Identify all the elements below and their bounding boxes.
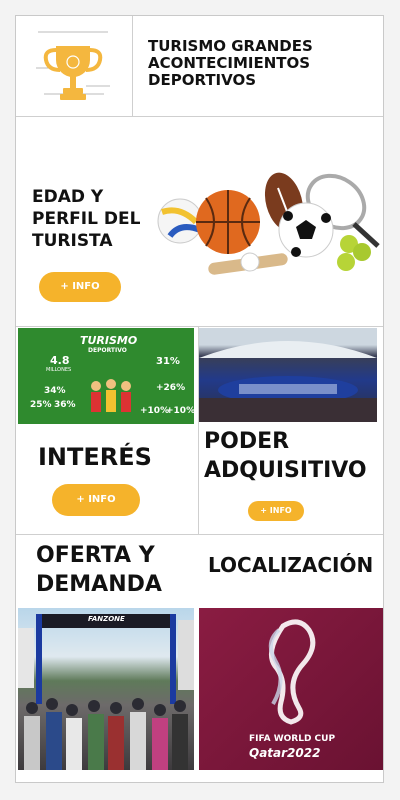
poster-stat: 31% [156,356,180,367]
section-title-interes: INTERÉS [38,443,152,471]
sports-balls-image [156,166,381,276]
page-title: TURISMO GRANDES ACONTECIMIENTOS DEPORTIV… [148,37,313,89]
world-cup-logo-line2: Qatar2022 [249,746,321,760]
fanzone-sign: FANZONE [88,615,125,623]
poster-stat: 34% [44,386,66,396]
section-title-poder-adquisitivo: PODER ADQUISITIVO [204,429,367,483]
section-title-edad-perfil: EDAD Y PERFIL DEL TURISTA [32,187,141,252]
info-button-poder-adquisitivo[interactable]: + INFO [248,501,304,521]
poster-stat: +26% [156,383,186,393]
poster-subtitle: DEPORTIVO [88,347,127,354]
section-title-oferta-demanda: OFERTA Y DEMANDA [36,543,162,597]
section-title-localizacion: LOCALIZACIÓN [208,553,374,577]
turismo-deportivo-poster: TURISMO DEPORTIVO 4.8 MILLONES 31% 34% +… [18,328,194,424]
poster-stat-unit: MILLONES [46,367,72,373]
info-button-edad-perfil[interactable]: + INFO [39,272,121,302]
qatar-world-cup-image: FIFA WORLD CUP Qatar2022 [199,608,383,770]
poster-stat: +10% [166,406,194,416]
poster-stat: 25% [30,400,52,410]
poster-fans-illustration [88,378,134,418]
stadium-image [199,328,377,422]
world-cup-logo-line1: FIFA WORLD CUP [249,734,336,744]
poster-stat: +10% [140,406,170,416]
poster-stat: 4.8 [50,354,70,367]
fanzone-crowd-image: FANZONE [18,608,194,770]
content-card: TURISMO GRANDES ACONTECIMIENTOS DEPORTIV… [15,15,384,783]
trophy-icon [34,24,112,106]
poster-title: TURISMO [80,334,138,347]
poster-stat: 36% [54,400,76,410]
info-button-interes[interactable]: + INFO [52,484,140,516]
